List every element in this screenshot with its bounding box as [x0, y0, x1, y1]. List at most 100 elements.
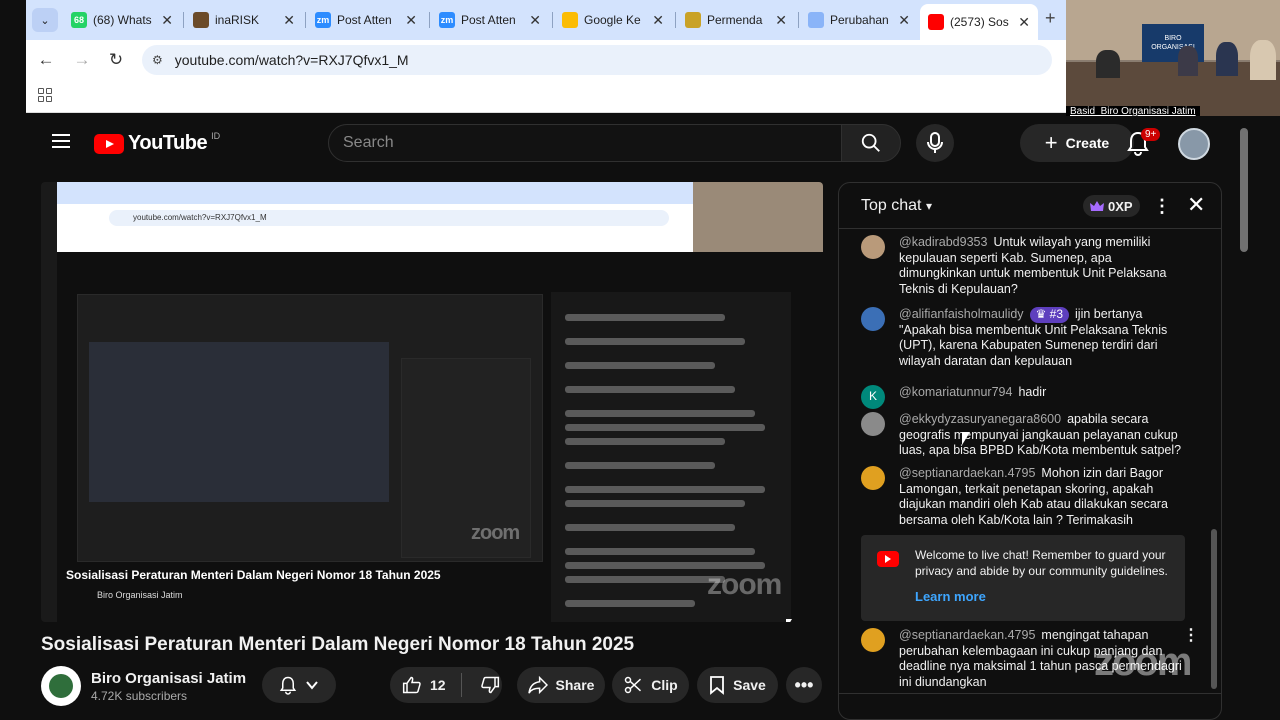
tab-close-icon[interactable]: ✕ [898, 12, 910, 29]
tab-close-icon[interactable]: ✕ [161, 12, 173, 29]
browser-tab[interactable]: zm Post Atten ✕ [307, 6, 425, 34]
chat-author-avatar[interactable] [861, 466, 885, 490]
browser-tab[interactable]: Google Ke ✕ [554, 6, 672, 34]
like-icon[interactable] [402, 675, 422, 695]
learn-more-link[interactable]: Learn more [915, 589, 986, 604]
notification-preference-button[interactable] [262, 667, 336, 703]
mouse-cursor [962, 432, 970, 445]
browser-tab[interactable]: zm Post Atten ✕ [431, 6, 549, 34]
shared-screen-video-title: Sosialisasi Peraturan Menteri Dalam Nege… [66, 568, 441, 582]
more-icon: ••• [794, 674, 814, 695]
bookmarks-bar [26, 80, 1066, 113]
back-button[interactable]: ← [34, 48, 58, 72]
clip-button[interactable]: Clip [612, 667, 689, 703]
shared-screen-url: youtube.com/watch?v=RXJ7Qfvx1_M [109, 210, 669, 226]
forward-button[interactable]: → [70, 48, 94, 72]
save-label: Save [733, 677, 766, 693]
tab-title: inaRISK [215, 13, 260, 27]
dislike-icon[interactable] [480, 675, 500, 695]
tab-title: (2573) Sos [950, 15, 1009, 29]
chat-author-name[interactable]: @komariatunnur794 [899, 385, 1012, 399]
create-button[interactable]: + Create [1020, 124, 1134, 162]
bookmark-icon [710, 676, 725, 695]
share-button[interactable]: Share [517, 667, 605, 703]
search-button[interactable] [841, 124, 901, 162]
shared-screen-camera [693, 182, 823, 254]
site-settings-icon[interactable]: ⚙ [152, 53, 163, 67]
youtube-header: YouTube ID Search + Create 9+ [26, 116, 1230, 172]
chat-mode-selector[interactable]: Top chat ▾ [861, 197, 932, 215]
apps-icon[interactable] [38, 88, 52, 102]
xp-badge[interactable]: 0XP [1083, 195, 1140, 217]
more-actions-button[interactable]: ••• [786, 667, 822, 703]
like-divider [461, 673, 462, 697]
url-text: youtube.com/watch?v=RXJ7Qfvx1_M [174, 52, 409, 68]
chat-author-avatar[interactable] [861, 307, 885, 331]
browser-tab[interactable]: (2573) Sos ✕ [920, 4, 1038, 40]
share-label: Share [555, 677, 595, 693]
youtube-logo[interactable]: YouTube ID [94, 131, 220, 155]
tab-close-icon[interactable]: ✕ [652, 12, 664, 29]
chat-message[interactable]: @ekkydyzasuryanegara8600 apabila secara g… [861, 412, 1185, 459]
chat-author-name[interactable]: @septianardaekan.4795 [899, 628, 1035, 642]
browser-tab[interactable]: Perubahan ✕ [800, 6, 918, 34]
participant-video: BIRO ORGANISASI [1066, 0, 1280, 118]
chat-author-avatar[interactable]: K [861, 385, 885, 409]
chat-author-avatar[interactable] [861, 412, 885, 436]
shared-screen-zoom-watermark: zoom [707, 568, 782, 601]
share-icon [527, 676, 548, 694]
scissors-icon [625, 676, 642, 694]
menu-icon[interactable] [52, 134, 70, 148]
tab-separator [305, 12, 306, 28]
chat-author-name[interactable]: @ekkydyzasuryanegara8600 [899, 412, 1061, 426]
tab-close-icon[interactable]: ✕ [1018, 14, 1030, 31]
browser-tab[interactable]: Permenda ✕ [677, 6, 795, 34]
new-tab-button[interactable]: + [1045, 8, 1056, 29]
chat-message[interactable]: @kadirabd9353 Untuk wilayah yang memiliki… [861, 235, 1185, 297]
tab-close-icon[interactable]: ✕ [405, 12, 417, 29]
voice-search-button[interactable] [916, 124, 954, 162]
welcome-banner: Welcome to live chat! Remember to guard … [861, 535, 1185, 621]
tab-title: Google Ke [584, 13, 641, 27]
close-icon[interactable]: ✕ [1187, 192, 1205, 218]
chat-message[interactable]: K @komariatunnur794 hadir [861, 385, 1185, 409]
chat-menu-icon[interactable]: ⋮ [1153, 196, 1171, 217]
chevron-down-icon: ▾ [925, 199, 932, 213]
tab-close-icon[interactable]: ✕ [283, 12, 295, 29]
tab-favicon-icon: zm [315, 12, 331, 28]
page-scrollbar[interactable] [1240, 128, 1248, 252]
chat-scrollbar[interactable] [1211, 529, 1217, 689]
shared-screen-zoom-watermark: zoom [471, 522, 520, 544]
chat-author-avatar[interactable] [861, 235, 885, 259]
save-button[interactable]: Save [697, 667, 778, 703]
channel-avatar[interactable] [41, 666, 81, 706]
tab-favicon-icon: zm [439, 12, 455, 28]
channel-name[interactable]: Biro Organisasi Jatim [91, 670, 246, 687]
account-avatar[interactable] [1178, 128, 1210, 160]
reload-button[interactable]: ↻ [104, 48, 128, 72]
video-player[interactable]: youtube.com/watch?v=RXJ7Qfvx1_M Sosialis… [41, 182, 823, 622]
youtube-wordmark: YouTube [128, 132, 208, 154]
browser-tab[interactable]: 68 (68) Whats ✕ [63, 6, 181, 34]
browser-tab[interactable]: inaRISK ✕ [185, 6, 303, 34]
tab-favicon-icon [193, 12, 209, 28]
chat-message[interactable]: @septianardaekan.4795 Mohon izin dari Bag… [861, 466, 1185, 528]
chat-author-name[interactable]: @alifianfaisholmaulidy [899, 307, 1024, 321]
browser-toolbar: ← → ↻ ⚙ youtube.com/watch?v=RXJ7Qfvx1_M [26, 40, 1066, 80]
tab-close-icon[interactable]: ✕ [529, 12, 541, 29]
subscriber-count: 4.72K subscribers [91, 689, 188, 703]
page-right-gutter [1230, 116, 1280, 720]
address-bar[interactable]: ⚙ youtube.com/watch?v=RXJ7Qfvx1_M [142, 45, 1052, 75]
chat-author-name[interactable]: @septianardaekan.4795 [899, 466, 1035, 480]
shared-screen-channel: Biro Organisasi Jatim [97, 590, 183, 600]
chat-input-area[interactable] [839, 693, 1221, 719]
search-input[interactable]: Search [328, 124, 842, 162]
chat-message[interactable]: @alifianfaisholmaulidy ♛ #3 ijin bertanya … [861, 307, 1185, 369]
tab-close-icon[interactable]: ✕ [775, 12, 787, 29]
like-count: 12 [430, 677, 446, 693]
chat-author-avatar[interactable] [861, 628, 885, 652]
chat-author-name[interactable]: @kadirabd9353 [899, 235, 987, 249]
tab-search-button[interactable]: ⌄ [32, 8, 58, 32]
chat-rank-badge: ♛ #3 [1029, 307, 1070, 323]
tab-title: (68) Whats [93, 13, 152, 27]
